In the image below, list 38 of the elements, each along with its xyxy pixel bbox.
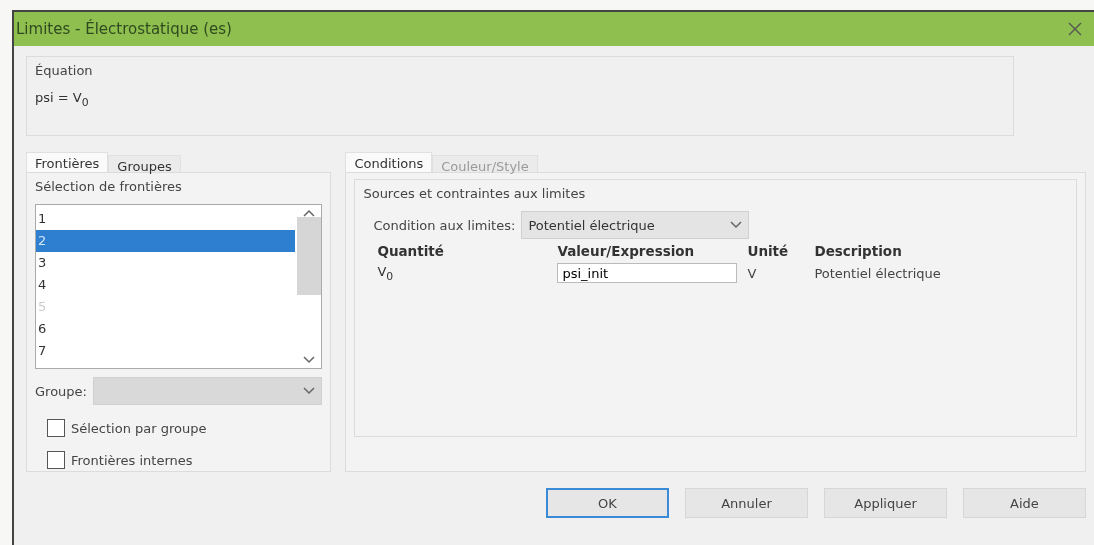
- value-field[interactable]: psi_init: [557, 263, 738, 283]
- condition-label: Condition aux limites:: [373, 217, 516, 233]
- column-header: Description: [814, 243, 903, 259]
- checkbox[interactable]: [47, 451, 65, 469]
- description-cell-text: Potentiel électrique: [814, 265, 942, 281]
- quantity-cell-text: V$_{0}$: [377, 263, 395, 283]
- section-title: Sources et contraintes aux limites: [363, 186, 586, 201]
- list-item[interactable]: 3: [36, 252, 296, 274]
- tab[interactable]: Groupes: [108, 155, 181, 172]
- dialog-button[interactable]: Aide: [963, 488, 1086, 518]
- dialog-button[interactable]: Appliquer: [824, 488, 947, 518]
- dialog-button[interactable]: Annuler: [685, 488, 808, 518]
- chevron-up-icon[interactable]: [303, 209, 316, 217]
- chevron-down-icon[interactable]: [303, 387, 316, 395]
- section-title: Sélection de frontières: [35, 179, 182, 194]
- scrollbar-thumb[interactable]: [297, 217, 322, 295]
- equation-title: Équation: [35, 63, 94, 78]
- unit-cell-text: V: [747, 265, 758, 281]
- list-item[interactable]: 4: [36, 274, 296, 296]
- column-header: Valeur/Expression: [557, 243, 696, 259]
- list-item[interactable]: 1: [36, 208, 296, 230]
- dialog-button[interactable]: OK: [546, 488, 669, 518]
- checkbox-label: Frontières internes: [71, 452, 193, 468]
- column-header: Quantité: [377, 243, 445, 259]
- checkbox-label: Sélection par groupe: [71, 420, 207, 436]
- equation-text: psi = V$_{0}$: [35, 90, 90, 109]
- chevron-down-icon[interactable]: [303, 356, 316, 364]
- close-icon[interactable]: [1068, 22, 1082, 36]
- tab[interactable]: Frontières: [26, 152, 109, 172]
- condition-dropdown[interactable]: Potentiel électrique: [521, 211, 750, 239]
- window-title: Limites - Électrostatique (es): [16, 20, 232, 38]
- list-item[interactable]: 7: [36, 340, 296, 362]
- chevron-down-icon[interactable]: [730, 221, 743, 229]
- group-label: Groupe:: [35, 383, 87, 399]
- checkbox[interactable]: [47, 419, 65, 437]
- column-header: Unité: [747, 243, 790, 259]
- list-item[interactable]: 6: [36, 318, 296, 340]
- tab[interactable]: Conditions: [345, 152, 433, 172]
